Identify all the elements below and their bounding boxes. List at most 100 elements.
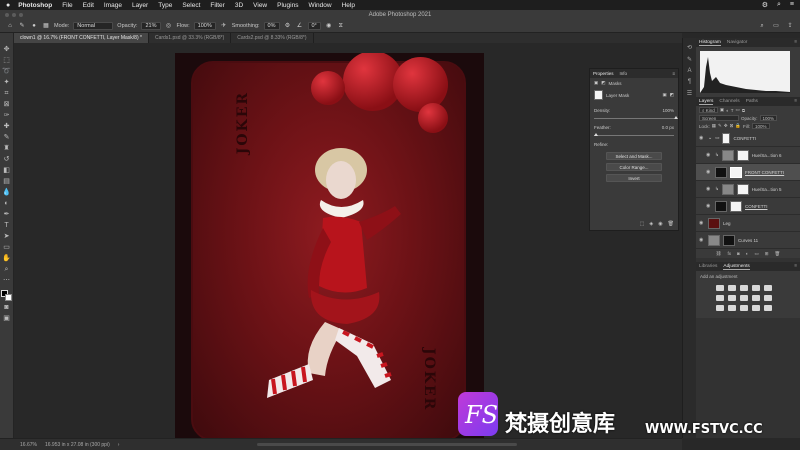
brush-panel-icon[interactable]: ✎ xyxy=(687,56,692,63)
menu-type[interactable]: Type xyxy=(158,2,172,9)
tab-cards2[interactable]: Cards2.psd @ 8.33% (RGB/8*) xyxy=(231,33,314,43)
path-selection-icon[interactable]: ➤ xyxy=(2,232,11,241)
tab-histogram[interactable]: Histogram xyxy=(699,40,721,46)
airbrush-icon[interactable]: ✈ xyxy=(220,22,228,30)
filter-pixel-icon[interactable]: ▣ xyxy=(720,107,724,113)
lock-position-icon[interactable]: ✥ xyxy=(724,123,728,129)
menu-help[interactable]: Help xyxy=(342,2,355,9)
layer-name[interactable]: FRONT CONFETTI xyxy=(745,170,784,175)
layer-name[interactable]: Leg xyxy=(723,221,731,226)
blur-tool-icon[interactable]: 💧 xyxy=(2,188,11,197)
new-layer-icon[interactable]: ⊞ xyxy=(765,251,769,257)
menu-filter[interactable]: Filter xyxy=(210,2,224,9)
layer-name[interactable]: Hue/Sa...tion 5 xyxy=(752,187,782,192)
delete-mask-icon[interactable]: 🗑 xyxy=(668,221,674,227)
color-balance-icon[interactable] xyxy=(728,295,736,301)
add-mask-icon[interactable]: ◙ xyxy=(737,251,740,256)
layer-row[interactable]: ◉ CONFETTI xyxy=(696,198,800,215)
menu-layer[interactable]: Layer xyxy=(132,2,148,9)
blend-mode-select[interactable]: Screen xyxy=(699,115,739,121)
tab-channels[interactable]: Channels xyxy=(719,99,739,104)
smoothing-settings-icon[interactable]: ⚙ xyxy=(284,22,292,30)
feather-slider[interactable] xyxy=(594,133,674,136)
color-swatches[interactable] xyxy=(1,290,12,301)
eraser-icon[interactable]: ◧ xyxy=(2,166,11,175)
new-group-icon[interactable]: ▭ xyxy=(754,251,758,257)
layer-name[interactable]: Hue/Sa...tion 6 xyxy=(752,153,782,158)
filter-smart-icon[interactable]: ⧉ xyxy=(742,108,745,113)
layer-row-selected[interactable]: ◉ FRONT CONFETTI xyxy=(696,164,800,181)
tab-libraries[interactable]: Libraries xyxy=(699,264,717,269)
layer-name[interactable]: CONFETTI xyxy=(733,136,756,141)
filter-shape-icon[interactable]: ▭ xyxy=(736,107,740,113)
symmetry-icon[interactable]: ⧖ xyxy=(337,22,345,30)
marquee-tool-icon[interactable]: ⬚ xyxy=(2,56,11,65)
background-color-swatch[interactable] xyxy=(5,294,12,301)
new-adjustment-icon[interactable]: ◐ xyxy=(746,251,749,256)
layer-mask-thumbnail[interactable] xyxy=(730,166,742,178)
layer-row[interactable]: ◉ Leg xyxy=(696,215,800,232)
character-panel-icon[interactable]: A xyxy=(687,68,691,74)
channel-mixer-icon[interactable] xyxy=(764,295,772,301)
layer-mask-thumbnail[interactable] xyxy=(730,200,742,212)
tab-info[interactable]: Info xyxy=(620,71,628,76)
status-arrow-icon[interactable]: › xyxy=(118,442,120,448)
frame-tool-icon[interactable]: ⊠ xyxy=(2,100,11,109)
panel-menu-icon[interactable]: ≡ xyxy=(794,40,800,45)
menu-file[interactable]: File xyxy=(62,2,72,9)
screen-mode-icon[interactable]: ▣ xyxy=(2,314,11,323)
zoom-window-button[interactable] xyxy=(19,13,23,17)
menu-edit[interactable]: Edit xyxy=(83,2,94,9)
menu-3d[interactable]: 3D xyxy=(235,2,243,9)
density-value[interactable]: 100% xyxy=(662,108,674,113)
filter-adjustment-icon[interactable]: ◐ xyxy=(726,108,729,113)
document-canvas[interactable]: JOKER JOKER xyxy=(175,53,484,438)
layer-row[interactable]: ◉ ⌄ ▭ CONFETTI xyxy=(696,130,800,147)
apple-icon[interactable]: ● xyxy=(6,2,10,9)
fill-field[interactable]: 100% xyxy=(751,123,770,129)
feather-value[interactable]: 0.0 px xyxy=(662,125,674,130)
hand-tool-icon[interactable]: ✋ xyxy=(2,254,11,263)
gradient-tool-icon[interactable]: ▤ xyxy=(2,177,11,186)
selective-color-icon[interactable] xyxy=(764,305,772,311)
flow-field[interactable]: 100% xyxy=(193,22,216,30)
eye-icon[interactable]: ◉ xyxy=(699,237,705,243)
menu-window[interactable]: Window xyxy=(308,2,331,9)
mask-select-icon[interactable]: ▣ xyxy=(662,92,666,98)
invert-icon[interactable] xyxy=(716,305,724,311)
select-and-mask-button[interactable]: Select and Mask... xyxy=(606,152,662,160)
layer-row[interactable]: ◉ ↳ Hue/Sa...tion 5 xyxy=(696,181,800,198)
invert-button[interactable]: Invert xyxy=(606,174,662,182)
layer-thumbnail[interactable] xyxy=(715,166,727,178)
visibility-icon[interactable]: ◉ xyxy=(658,221,662,227)
type-tool-icon[interactable]: T xyxy=(2,221,11,230)
black-white-icon[interactable] xyxy=(740,295,748,301)
filter-kind-select[interactable]: ⌕ Kind xyxy=(699,107,718,113)
move-tool-icon[interactable]: ✥ xyxy=(2,45,11,54)
eye-icon[interactable]: ◉ xyxy=(706,186,712,192)
eye-icon[interactable]: ◉ xyxy=(699,135,705,141)
photo-filter-icon[interactable] xyxy=(752,295,760,301)
menu-image[interactable]: Image xyxy=(104,2,122,9)
eyedropper-icon[interactable]: ✑ xyxy=(2,111,11,120)
menu-view[interactable]: View xyxy=(253,2,267,9)
menu-select[interactable]: Select xyxy=(182,2,200,9)
tab-adjustments[interactable]: Adjustments xyxy=(723,264,750,270)
layer-row[interactable]: ◉ ↳ Hue/Sa...tion 6 xyxy=(696,147,800,164)
tab-cards1[interactable]: Cards1.psd @ 33.3% (RGB/8*) xyxy=(149,33,232,43)
horizontal-scrollbar[interactable] xyxy=(257,443,518,446)
chevron-down-icon[interactable]: ⌄ xyxy=(708,135,712,141)
workspace-icon[interactable]: ▭ xyxy=(772,22,780,30)
close-window-button[interactable] xyxy=(5,13,9,17)
pressure-size-icon[interactable]: ◉ xyxy=(325,22,333,30)
canvas-area[interactable]: JOKER JOKER xyxy=(15,43,682,438)
hue-saturation-icon[interactable] xyxy=(716,295,724,301)
lock-pixels-icon[interactable]: ▦ xyxy=(712,123,716,129)
layer-mask-thumbnail[interactable] xyxy=(723,234,735,246)
eye-icon[interactable]: ◉ xyxy=(699,220,705,226)
menu-extras-icon[interactable]: ≡ xyxy=(790,1,794,9)
home-icon[interactable]: ⌂ xyxy=(6,22,14,30)
levels-icon[interactable] xyxy=(728,285,736,291)
density-slider[interactable] xyxy=(594,116,678,119)
search-icon[interactable]: ⌕ xyxy=(777,1,781,9)
